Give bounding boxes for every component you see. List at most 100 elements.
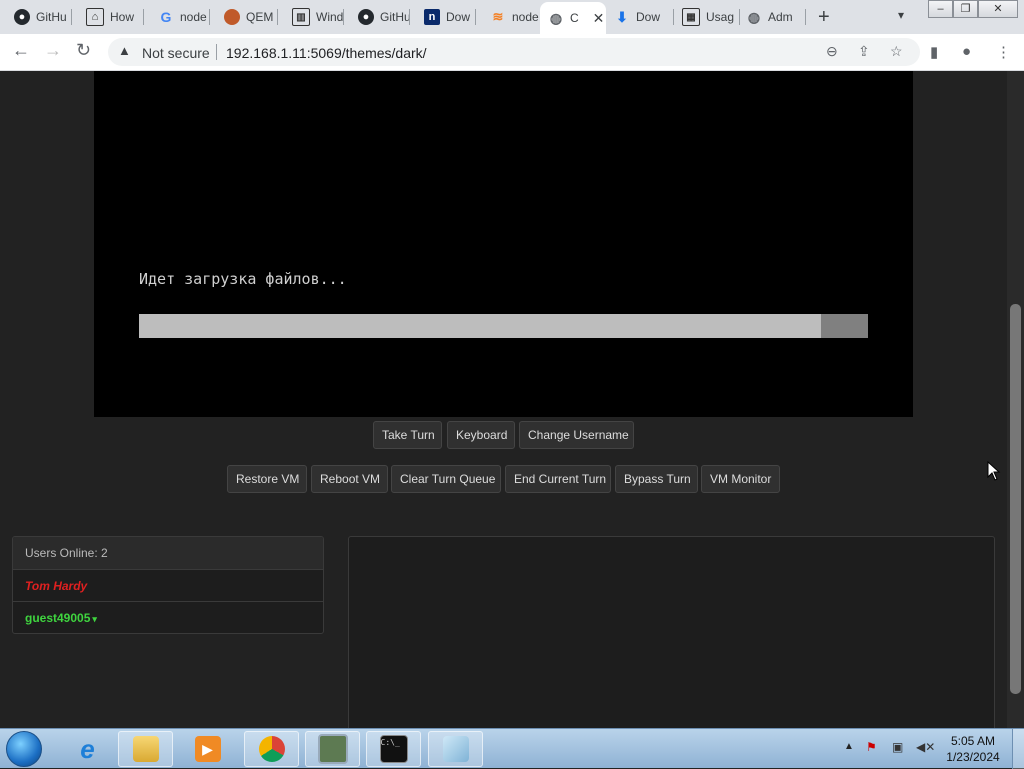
browser-tab[interactable]: ▥ Wind <box>278 4 344 30</box>
download-icon: ⬇ <box>616 8 628 25</box>
internet-explorer-icon: e <box>80 734 95 764</box>
action-center-flag-icon[interactable]: ⚑ <box>866 740 882 756</box>
bypass-turn-button[interactable]: Bypass Turn <box>615 465 698 493</box>
tab-title: QEM <box>246 10 274 24</box>
google-icon: G <box>160 9 172 25</box>
warning-icon[interactable]: ▲ <box>118 43 131 58</box>
command-prompt-icon: C:\_ <box>379 735 408 763</box>
vm-monitor-button[interactable]: VM Monitor <box>701 465 780 493</box>
show-hidden-icons-icon[interactable]: ▲ <box>844 741 854 752</box>
browser-tab[interactable]: ◍ Adm <box>740 4 806 30</box>
page-content: Идет загрузка файлов... Take Turn Keyboa… <box>0 71 1007 728</box>
take-turn-button[interactable]: Take Turn <box>373 421 442 449</box>
tab-strip: ● GitHu ⌂ How G node QEM ▥ Wind ● GitHu … <box>0 0 1024 34</box>
media-player-icon: ▶ <box>194 736 221 762</box>
close-tab-icon[interactable]: ✕ <box>593 10 605 27</box>
tab-title: node <box>180 10 207 24</box>
menu-icon[interactable]: ⋮ <box>996 43 1011 61</box>
browser-tab[interactable]: ● GitHu <box>0 4 72 30</box>
start-button[interactable] <box>6 731 42 767</box>
scrollbar-thumb[interactable] <box>1010 304 1021 694</box>
command-prompt-button[interactable]: C:\_ <box>366 731 421 767</box>
clear-turn-queue-button[interactable]: Clear Turn Queue <box>391 465 501 493</box>
close-window-button[interactable]: ✕ <box>978 0 1018 18</box>
chrome-button[interactable] <box>244 731 299 767</box>
restore-button[interactable]: ❐ <box>953 0 978 18</box>
browser-tab[interactable]: ⬇ Dow <box>606 4 674 30</box>
page-scrollbar[interactable] <box>1007 71 1024 728</box>
mouse-cursor-icon <box>987 461 1001 481</box>
reboot-vm-button[interactable]: Reboot VM <box>311 465 388 493</box>
user-list-item[interactable]: Tom Hardy <box>13 570 323 602</box>
vm-progress-bar <box>139 314 868 338</box>
tab-title: GitHu <box>36 10 67 24</box>
back-icon[interactable]: ← <box>12 40 30 61</box>
tab-title: C <box>570 11 579 25</box>
end-current-turn-button[interactable]: End Current Turn <box>505 465 611 493</box>
docs-icon: ▦ <box>682 8 700 26</box>
tab-title: GitHu <box>380 10 411 24</box>
side-panel-icon[interactable]: ▮ <box>930 43 938 61</box>
browser-tab[interactable]: QEM <box>210 4 278 30</box>
browser-toolbar: ← → ↻ ▲ Not secure 192.168.1.11:5069/the… <box>0 34 1024 71</box>
forward-icon[interactable]: → <box>44 40 62 61</box>
tab-title: node <box>512 10 539 24</box>
zoom-icon[interactable]: ⊖ <box>826 43 838 60</box>
browser-tab[interactable]: ● GitHu <box>344 4 411 30</box>
browser-tab[interactable]: G node <box>144 4 210 30</box>
howto-icon: ⌂ <box>86 8 104 26</box>
tab-title: Wind <box>316 10 344 24</box>
user-list-item-self[interactable]: guest49005 ▾ <box>13 602 323 633</box>
network-icon[interactable]: ▣ <box>892 740 908 756</box>
file-explorer-icon <box>132 736 159 762</box>
url-text[interactable]: 192.168.1.11:5069/themes/dark/ <box>226 45 427 61</box>
caret-down-icon[interactable]: ▾ <box>92 614 97 624</box>
share-icon[interactable]: ⇪ <box>858 43 870 60</box>
windows-docs-icon: ▥ <box>292 8 310 26</box>
file-explorer-button[interactable] <box>118 731 173 767</box>
chat-panel <box>348 536 995 728</box>
browser-tab[interactable]: ≋ node <box>476 4 540 30</box>
windows-taskbar: e ▶ C:\_ ▲ ⚑ ▣ ◀✕ 5:05 AM 1/23/2024 <box>0 728 1024 769</box>
tab-title: How <box>110 10 135 24</box>
github-icon: ● <box>14 9 30 25</box>
change-username-button[interactable]: Change Username <box>519 421 634 449</box>
users-online-panel: Users Online: 2 Tom Hardy guest49005 ▾ <box>12 536 324 634</box>
internet-explorer-button[interactable]: e <box>60 731 115 767</box>
restore-vm-button[interactable]: Restore VM <box>227 465 307 493</box>
stackoverflow-icon: ≋ <box>492 9 504 24</box>
clock-time[interactable]: 5:05 AM <box>942 734 1004 748</box>
vm-manager-icon <box>317 734 348 764</box>
new-tab-icon[interactable]: + <box>818 6 830 29</box>
clock-date[interactable]: 1/23/2024 <box>942 750 1004 764</box>
browser-tab[interactable]: ▦ Usag <box>674 4 740 30</box>
tab-title: Adm <box>768 10 793 24</box>
security-label[interactable]: Not secure <box>142 45 210 61</box>
profile-icon[interactable]: ● <box>962 43 971 60</box>
vm-display[interactable]: Идет загрузка файлов... <box>94 71 913 417</box>
show-desktop-button[interactable] <box>1012 729 1024 769</box>
chrome-icon <box>258 736 285 762</box>
browser-tab[interactable]: ⌂ How <box>72 4 144 30</box>
keyboard-button[interactable]: Keyboard <box>447 421 515 449</box>
bookmark-star-icon[interactable]: ☆ <box>890 43 903 60</box>
github-icon: ● <box>358 9 374 25</box>
username: Tom Hardy <box>25 579 88 593</box>
n-icon: n <box>424 9 440 25</box>
address-bar[interactable]: ▲ Not secure 192.168.1.11:5069/themes/da… <box>108 38 920 66</box>
vm-console-text: Идет загрузка файлов... <box>139 270 347 288</box>
browser-tab[interactable]: n Dow <box>410 4 476 30</box>
username: guest49005 <box>25 611 91 625</box>
tab-search-chevron-icon[interactable]: ▾ <box>898 8 904 22</box>
minimize-button[interactable]: – <box>928 0 953 18</box>
notepad-icon <box>442 736 469 762</box>
tab-title: Usag <box>706 10 735 24</box>
tab-title: Dow <box>446 10 471 24</box>
notepad-button[interactable] <box>428 731 483 767</box>
browser-tab-active[interactable]: ◍ C ✕ <box>540 2 606 34</box>
volume-muted-icon[interactable]: ◀✕ <box>916 740 935 756</box>
vm-manager-button[interactable] <box>305 731 360 767</box>
reload-icon[interactable]: ↻ <box>76 40 91 61</box>
globe-icon: ◍ <box>549 9 563 26</box>
media-player-button[interactable]: ▶ <box>180 731 235 767</box>
